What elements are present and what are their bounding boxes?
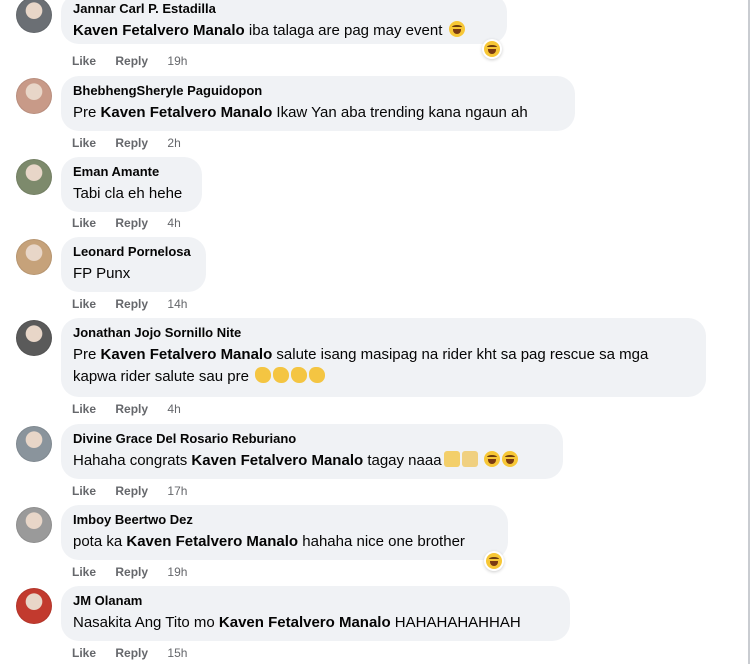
comment-actions: Like Reply 4h xyxy=(72,216,181,230)
comment-actions: Like Reply 19h xyxy=(72,565,187,579)
comment-actions: Like Reply 19h xyxy=(72,54,187,68)
comment-text: Pre Kaven Fetalvero Manalo salute isang … xyxy=(73,346,649,385)
mention-link[interactable]: Kaven Fetalvero Manalo xyxy=(73,22,245,39)
comment-time[interactable]: 17h xyxy=(167,484,187,498)
mention-link[interactable]: Kaven Fetalvero Manalo xyxy=(191,452,363,469)
laughing-emoji-icon xyxy=(448,21,465,37)
clapping-hands-icon xyxy=(273,367,290,383)
comment-text: Tabi cla eh hehe xyxy=(73,185,183,202)
comment-author[interactable]: Jannar Carl P. Estadilla xyxy=(73,1,495,17)
like-button[interactable]: Like xyxy=(72,646,96,660)
comment-actions: Like Reply 14h xyxy=(72,297,187,311)
comment-actions: Like Reply 15h xyxy=(72,646,187,660)
comment-text: FP Punx xyxy=(73,265,131,282)
comment-time[interactable]: 4h xyxy=(167,402,180,416)
mention-link[interactable]: Kaven Fetalvero Manalo xyxy=(101,104,273,121)
clapping-hands-icon xyxy=(255,367,272,383)
clapping-hands-icon xyxy=(291,367,308,383)
like-button[interactable]: Like xyxy=(72,216,96,230)
reaction-haha-icon[interactable] xyxy=(482,39,502,59)
comment-time[interactable]: 4h xyxy=(167,216,180,230)
mention-link[interactable]: Kaven Fetalvero Manalo xyxy=(101,346,273,363)
avatar[interactable] xyxy=(16,507,52,543)
comment-text: Pre Kaven Fetalvero Manalo Ikaw Yan aba … xyxy=(73,104,528,121)
comment-author[interactable]: Eman Amante xyxy=(73,164,190,180)
clapping-hands-icon xyxy=(309,367,326,383)
like-button[interactable]: Like xyxy=(72,484,96,498)
comment-time[interactable]: 15h xyxy=(167,646,187,660)
comment-bubble: Jannar Carl P. Estadilla Kaven Fetalvero… xyxy=(61,0,507,44)
grinning-emoji-icon xyxy=(501,451,518,467)
comment-author[interactable]: BhebhengSheryle Paguidopon xyxy=(73,83,563,99)
comment-text: Nasakita Ang Tito mo Kaven Fetalvero Man… xyxy=(73,614,521,631)
comment-actions: Like Reply 2h xyxy=(72,136,181,150)
reply-button[interactable]: Reply xyxy=(115,297,148,311)
reply-button[interactable]: Reply xyxy=(115,646,148,660)
avatar[interactable] xyxy=(16,0,52,33)
comment-bubble: Eman Amante Tabi cla eh hehe xyxy=(61,157,202,212)
reply-button[interactable]: Reply xyxy=(115,216,148,230)
comment-text: pota ka Kaven Fetalvero Manalo hahaha ni… xyxy=(73,533,465,550)
comment-text: Hahaha congrats Kaven Fetalvero Manalo t… xyxy=(73,450,551,472)
comment-time[interactable]: 2h xyxy=(167,136,180,150)
comment-author[interactable]: JM Olanam xyxy=(73,593,558,609)
avatar[interactable] xyxy=(16,426,52,462)
comment-time[interactable]: 19h xyxy=(167,54,187,68)
mention-link[interactable]: Kaven Fetalvero Manalo xyxy=(126,533,298,550)
comment-bubble: Leonard Pornelosa FP Punx xyxy=(61,237,206,292)
cheers-icon xyxy=(443,451,460,467)
like-button[interactable]: Like xyxy=(72,565,96,579)
like-button[interactable]: Like xyxy=(72,402,96,416)
comment-time[interactable]: 14h xyxy=(167,297,187,311)
comment-bubble: Imboy Beertwo Dez pota ka Kaven Fetalver… xyxy=(61,505,508,560)
party-popper-icon xyxy=(461,451,478,467)
like-button[interactable]: Like xyxy=(72,54,96,68)
avatar[interactable] xyxy=(16,78,52,114)
comment-bubble: JM Olanam Nasakita Ang Tito mo Kaven Fet… xyxy=(61,586,570,641)
reply-button[interactable]: Reply xyxy=(115,136,148,150)
avatar[interactable] xyxy=(16,159,52,195)
comment-actions: Like Reply 4h xyxy=(72,402,181,416)
comment-bubble: Divine Grace Del Rosario Reburiano Hahah… xyxy=(61,424,563,479)
comment-bubble: BhebhengSheryle Paguidopon Pre Kaven Fet… xyxy=(61,76,575,131)
comment-author[interactable]: Jonathan Jojo Sornillo Nite xyxy=(73,325,694,341)
comment-actions: Like Reply 17h xyxy=(72,484,187,498)
comment-bubble: Jonathan Jojo Sornillo Nite Pre Kaven Fe… xyxy=(61,318,706,397)
reply-button[interactable]: Reply xyxy=(115,484,148,498)
reaction-haha-icon[interactable] xyxy=(484,551,504,571)
reply-button[interactable]: Reply xyxy=(115,402,148,416)
avatar[interactable] xyxy=(16,320,52,356)
laughing-emoji-icon xyxy=(483,451,500,467)
like-button[interactable]: Like xyxy=(72,136,96,150)
comment-author[interactable]: Leonard Pornelosa xyxy=(73,244,194,260)
mention-link[interactable]: Kaven Fetalvero Manalo xyxy=(219,614,391,631)
comment-author[interactable]: Divine Grace Del Rosario Reburiano xyxy=(73,431,551,447)
like-button[interactable]: Like xyxy=(72,297,96,311)
comment-author[interactable]: Imboy Beertwo Dez xyxy=(73,512,496,528)
avatar[interactable] xyxy=(16,588,52,624)
avatar[interactable] xyxy=(16,239,52,275)
comment-text: Kaven Fetalvero Manalo iba talaga are pa… xyxy=(73,20,495,42)
reply-button[interactable]: Reply xyxy=(115,565,148,579)
comment-time[interactable]: 19h xyxy=(167,565,187,579)
reply-button[interactable]: Reply xyxy=(115,54,148,68)
